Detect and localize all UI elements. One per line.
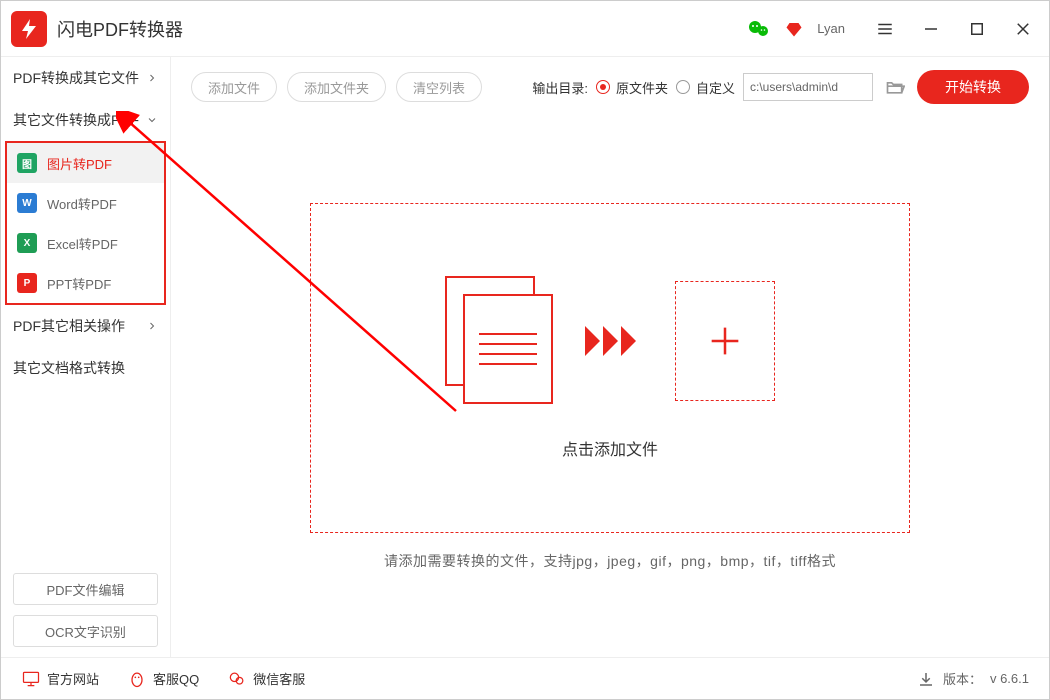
app-logo	[11, 11, 47, 47]
ocr-button[interactable]: OCR文字识别	[13, 615, 158, 647]
chevron-right-icon	[146, 72, 158, 84]
qq-penguin-icon	[127, 669, 147, 689]
add-file-button[interactable]: 添加文件	[191, 72, 277, 102]
monitor-icon	[21, 669, 41, 689]
chevron-right-icon	[146, 320, 158, 332]
output-path-input[interactable]	[743, 73, 873, 101]
category-label: PDF转换成其它文件	[13, 68, 139, 88]
toolbar: 添加文件 添加文件夹 清空列表 输出目录: 原文件夹 自定义	[171, 57, 1049, 117]
category-other-formats[interactable]: 其它文档格式转换	[1, 347, 170, 389]
sidebar-item-ppt-to-pdf[interactable]: P PPT转PDF	[7, 263, 164, 303]
excel-file-icon: X	[17, 233, 37, 253]
radio-label: 自定义	[696, 78, 735, 97]
hamburger-icon	[876, 20, 894, 38]
word-file-icon: W	[17, 193, 37, 213]
qq-support-link[interactable]: 客服QQ	[127, 669, 199, 689]
sidebar-item-word-to-pdf[interactable]: W Word转PDF	[7, 183, 164, 223]
subitem-label: Excel转PDF	[47, 234, 118, 253]
sidebar-bottom: PDF文件编辑 OCR文字识别	[1, 563, 170, 657]
dropzone-graphics	[445, 276, 775, 406]
ppt-file-icon: P	[17, 273, 37, 293]
official-website-link[interactable]: 官方网站	[21, 669, 99, 689]
version-info[interactable]: 版本： v 6.6.1	[917, 669, 1029, 688]
image-file-icon: 图	[17, 153, 37, 173]
plus-icon	[705, 321, 745, 361]
footer: 官方网站 客服QQ 微信客服 版本： v 6.6.1	[1, 657, 1049, 699]
add-folder-button[interactable]: 添加文件夹	[287, 72, 386, 102]
footer-link-label: 微信客服	[253, 669, 305, 688]
category-label: PDF其它相关操作	[13, 316, 125, 336]
chevron-down-icon	[146, 114, 158, 126]
category-label: 其它文件转换成PDF	[13, 110, 139, 130]
radio-label: 原文件夹	[616, 78, 668, 97]
radio-icon	[676, 80, 690, 94]
radio-custom-folder[interactable]: 自定义	[676, 78, 735, 97]
close-icon	[1014, 20, 1032, 38]
minimize-icon	[922, 20, 940, 38]
version-label: 版本：	[943, 669, 982, 688]
maximize-button[interactable]	[961, 13, 993, 45]
folder-open-icon	[885, 77, 905, 97]
output-section: 输出目录: 原文件夹 自定义 开始转换	[532, 70, 1029, 104]
document-stack-icon	[445, 276, 555, 406]
dropzone-hint: 请添加需要转换的文件，支持jpg，jpeg，gif，png，bmp，tif，ti…	[384, 551, 836, 571]
close-button[interactable]	[1007, 13, 1039, 45]
subitem-label: 图片转PDF	[47, 154, 112, 173]
dropzone-area: 点击添加文件 请添加需要转换的文件，支持jpg，jpeg，gif，png，bmp…	[171, 117, 1049, 657]
dropzone-text: 点击添加文件	[562, 436, 658, 460]
category-other-to-pdf[interactable]: 其它文件转换成PDF	[1, 99, 170, 141]
browse-folder-button[interactable]	[881, 73, 909, 101]
dropzone[interactable]: 点击添加文件	[310, 203, 910, 533]
category-pdf-other-ops[interactable]: PDF其它相关操作	[1, 305, 170, 347]
wechat-icon[interactable]	[747, 17, 771, 41]
titlebar: 闪电PDF转换器 Lyan	[1, 1, 1049, 57]
wechat-support-icon	[227, 669, 247, 689]
menu-button[interactable]	[869, 13, 901, 45]
add-target-box	[675, 281, 775, 401]
wechat-support-link[interactable]: 微信客服	[227, 669, 305, 689]
minimize-button[interactable]	[915, 13, 947, 45]
output-label: 输出目录:	[532, 78, 588, 97]
category-label: 其它文档格式转换	[13, 358, 125, 378]
vip-diamond-icon[interactable]	[785, 20, 803, 38]
radio-original-folder[interactable]: 原文件夹	[596, 78, 668, 97]
main: 添加文件 添加文件夹 清空列表 输出目录: 原文件夹 自定义	[171, 57, 1049, 657]
start-convert-button[interactable]: 开始转换	[917, 70, 1029, 104]
sidebar: PDF转换成其它文件 其它文件转换成PDF 图 图片转PDF W Word转PD…	[1, 57, 171, 657]
clear-list-button[interactable]: 清空列表	[396, 72, 482, 102]
footer-link-label: 官方网站	[47, 669, 99, 688]
sidebar-item-image-to-pdf[interactable]: 图 图片转PDF	[7, 143, 164, 183]
maximize-icon	[968, 20, 986, 38]
version-value: v 6.6.1	[990, 671, 1029, 686]
pdf-edit-button[interactable]: PDF文件编辑	[13, 573, 158, 605]
body: PDF转换成其它文件 其它文件转换成PDF 图 图片转PDF W Word转PD…	[1, 57, 1049, 657]
username[interactable]: Lyan	[817, 21, 845, 36]
titlebar-right: Lyan	[747, 13, 1039, 45]
radio-icon	[596, 80, 610, 94]
category-pdf-to-other[interactable]: PDF转换成其它文件	[1, 57, 170, 99]
subitem-label: PPT转PDF	[47, 274, 111, 293]
app-title: 闪电PDF转换器	[57, 16, 183, 42]
subitem-label: Word转PDF	[47, 194, 117, 213]
subitems-group: 图 图片转PDF W Word转PDF X Excel转PDF P PPT转PD…	[5, 141, 166, 305]
triple-arrow-icon	[585, 326, 645, 356]
sidebar-item-excel-to-pdf[interactable]: X Excel转PDF	[7, 223, 164, 263]
footer-link-label: 客服QQ	[153, 669, 199, 688]
app-window: 闪电PDF转换器 Lyan PDF转换成其它文件 其它文件转换成PDF	[0, 0, 1050, 700]
lightning-icon	[17, 17, 41, 41]
download-icon	[917, 670, 935, 688]
